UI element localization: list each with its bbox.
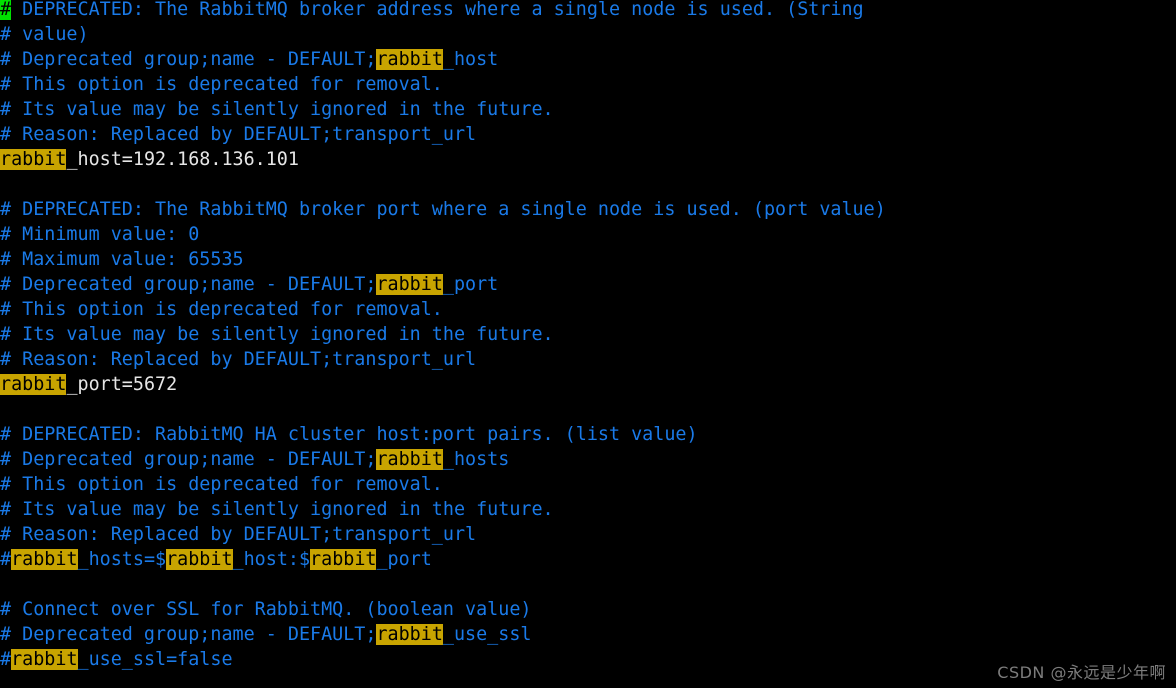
comment-text: # Reason: Replaced by DEFAULT;transport_… [0, 124, 477, 145]
search-match-highlight: rabbit [0, 149, 67, 170]
comment-text: # [0, 649, 12, 670]
comment-text: # Connect over SSL for RabbitMQ. (boolea… [0, 599, 532, 620]
terminal-line: # Minimum value: 0 [0, 222, 1176, 247]
comment-text: DEPRECATED: The RabbitMQ broker address … [11, 0, 864, 20]
terminal-line: # Its value may be silently ignored in t… [0, 497, 1176, 522]
terminal-screen[interactable]: # DEPRECATED: The RabbitMQ broker addres… [0, 0, 1176, 672]
terminal-line: # This option is deprecated for removal. [0, 472, 1176, 497]
terminal-line: # Its value may be silently ignored in t… [0, 322, 1176, 347]
terminal-line: #rabbit_hosts=$rabbit_host:$rabbit_port [0, 547, 1176, 572]
search-match-highlight: rabbit [11, 549, 78, 570]
comment-text: # Deprecated group;name - DEFAULT; [0, 449, 377, 470]
comment-text: # Deprecated group;name - DEFAULT; [0, 49, 377, 70]
terminal-line: # Deprecated group;name - DEFAULT;rabbit… [0, 447, 1176, 472]
comment-text: _port [442, 274, 499, 295]
terminal-line: rabbit_port=5672 [0, 372, 1176, 397]
comment-text: # This option is deprecated for removal. [0, 299, 443, 320]
terminal-line: # value) [0, 22, 1176, 47]
comment-text: # Reason: Replaced by DEFAULT;transport_… [0, 349, 477, 370]
search-match-highlight: rabbit [376, 624, 443, 645]
search-match-highlight: rabbit [376, 449, 443, 470]
csdn-watermark: CSDN @永远是少年啊 [997, 663, 1166, 682]
comment-text: # DEPRECATED: The RabbitMQ broker port w… [0, 199, 886, 220]
terminal-line: # DEPRECATED: The RabbitMQ broker port w… [0, 197, 1176, 222]
terminal-line: # Deprecated group;name - DEFAULT;rabbit… [0, 47, 1176, 72]
terminal-line: # Reason: Replaced by DEFAULT;transport_… [0, 347, 1176, 372]
comment-text: # This option is deprecated for removal. [0, 474, 443, 495]
comment-text: # Minimum value: 0 [0, 224, 200, 245]
comment-text: _hosts=$ [77, 549, 167, 570]
search-match-highlight: rabbit [376, 49, 443, 70]
terminal-line: # This option is deprecated for removal. [0, 72, 1176, 97]
comment-text: _use_ssl=false [77, 649, 233, 670]
search-match-highlight: rabbit [11, 649, 78, 670]
search-match-highlight: rabbit [376, 274, 443, 295]
comment-text: # Deprecated group;name - DEFAULT; [0, 624, 377, 645]
search-match-highlight: rabbit [0, 374, 67, 395]
terminal-line: # Reason: Replaced by DEFAULT;transport_… [0, 522, 1176, 547]
comment-text: # Its value may be silently ignored in t… [0, 324, 554, 345]
comment-text: # Reason: Replaced by DEFAULT;transport_… [0, 524, 477, 545]
comment-text: # This option is deprecated for removal. [0, 74, 443, 95]
comment-text: # value) [0, 24, 89, 45]
comment-text: # Its value may be silently ignored in t… [0, 99, 554, 120]
comment-text: # Its value may be silently ignored in t… [0, 499, 554, 520]
terminal-line: # Maximum value: 65535 [0, 247, 1176, 272]
comment-text: _host [442, 49, 499, 70]
terminal-line: rabbit_host=192.168.136.101 [0, 147, 1176, 172]
terminal-line: # This option is deprecated for removal. [0, 297, 1176, 322]
config-value-text: _host=192.168.136.101 [66, 149, 299, 170]
terminal-line: # Connect over SSL for RabbitMQ. (boolea… [0, 597, 1176, 622]
comment-text: _host:$ [232, 549, 311, 570]
terminal-line: # DEPRECATED: The RabbitMQ broker addres… [0, 0, 1176, 22]
config-value-text: _port=5672 [66, 374, 178, 395]
comment-text: _port [376, 549, 432, 570]
terminal-line: # DEPRECATED: RabbitMQ HA cluster host:p… [0, 422, 1176, 447]
comment-text: # DEPRECATED: RabbitMQ HA cluster host:p… [0, 424, 698, 445]
comment-text: _use_ssl [442, 624, 532, 645]
comment-text: _hosts [442, 449, 510, 470]
comment-text: # Maximum value: 65535 [0, 249, 244, 270]
terminal-line: # Deprecated group;name - DEFAULT;rabbit… [0, 622, 1176, 647]
terminal-line: # Reason: Replaced by DEFAULT;transport_… [0, 122, 1176, 147]
search-match-highlight: rabbit [166, 549, 233, 570]
terminal-window[interactable]: # DEPRECATED: The RabbitMQ broker addres… [0, 0, 1176, 688]
comment-text: # Deprecated group;name - DEFAULT; [0, 274, 377, 295]
comment-text: # [0, 549, 12, 570]
terminal-line: # Its value may be silently ignored in t… [0, 97, 1176, 122]
search-match-highlight: rabbit [310, 549, 377, 570]
text-cursor: # [0, 0, 12, 20]
terminal-line: # Deprecated group;name - DEFAULT;rabbit… [0, 272, 1176, 297]
